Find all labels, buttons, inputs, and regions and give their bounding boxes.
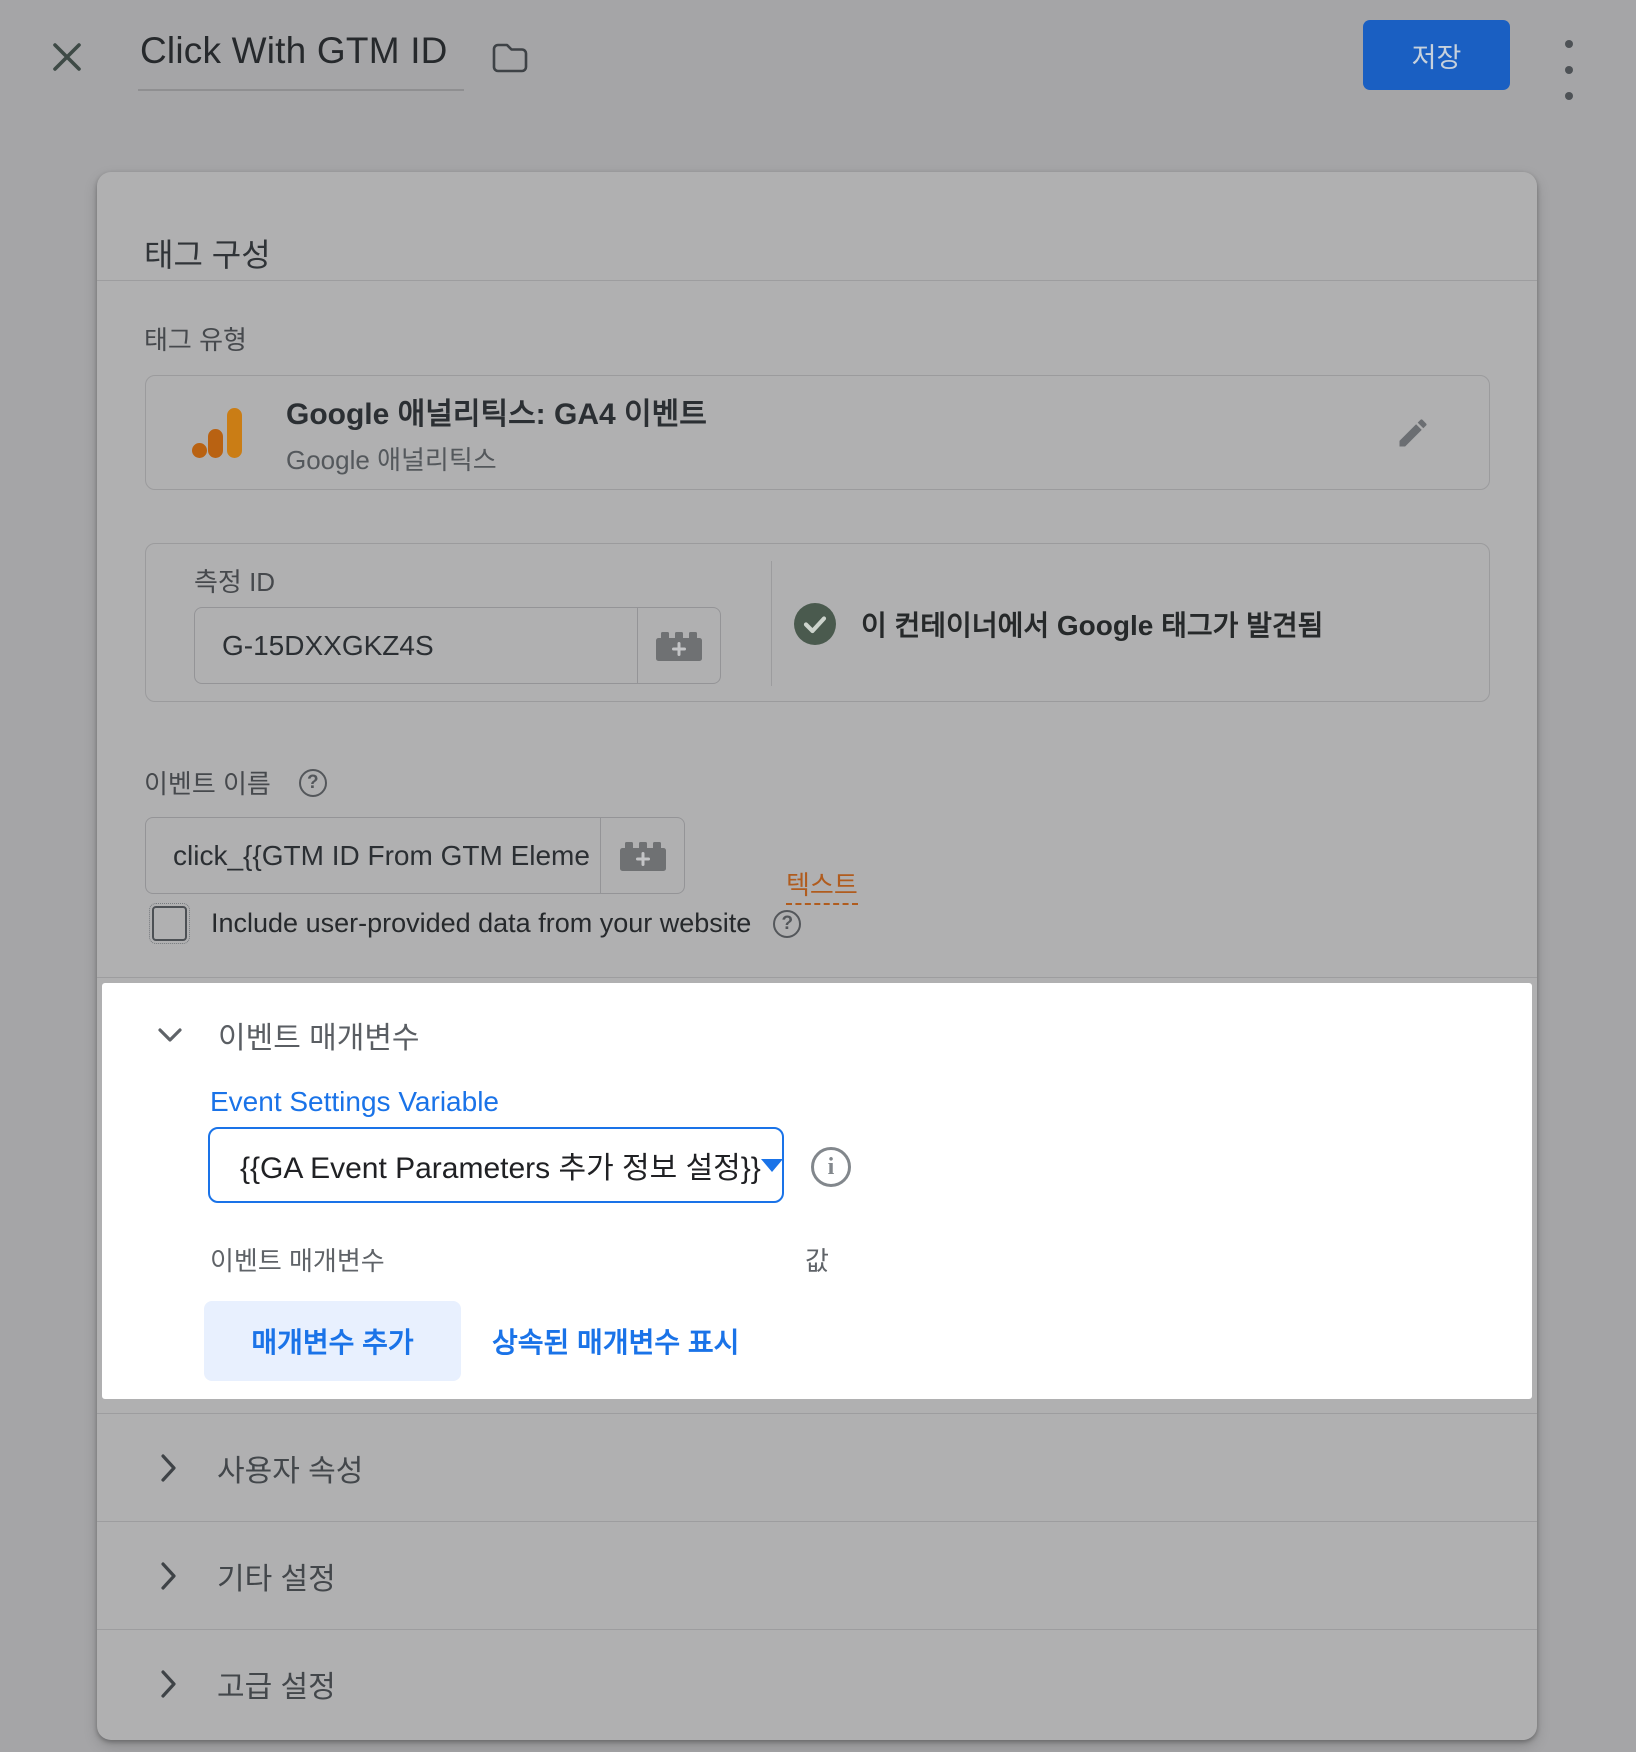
measurement-id-box: 측정 ID G-15DXXGKZ4S 이 컨테이너에서 <box>145 543 1490 702</box>
event-parameters-title: 이벤트 매개변수 <box>218 1013 420 1057</box>
add-parameter-button[interactable]: 매개변수 추가 <box>204 1301 461 1381</box>
edit-pencil-icon[interactable] <box>1395 415 1431 451</box>
save-button[interactable]: 저장 <box>1363 20 1510 90</box>
event-parameters-section: 이벤트 매개변수 Event Settings Variable {{GA Ev… <box>102 983 1532 1399</box>
divider <box>97 977 1537 978</box>
divider <box>97 280 1537 281</box>
chevron-right-icon <box>161 1670 177 1698</box>
chevron-right-icon <box>161 1454 177 1482</box>
event-name-value[interactable]: click_{{GTM ID From GTM Eleme <box>146 818 600 893</box>
tag-name-title[interactable]: Click With GTM ID <box>140 30 466 78</box>
tag-configuration-card: 태그 구성 태그 유형 Google 애널리틱스: GA4 이벤트 Google… <box>97 172 1537 1740</box>
param-column-header: 이벤트 매개변수 <box>210 1241 385 1278</box>
kebab-menu-icon[interactable] <box>1560 40 1578 100</box>
tag-type-label: 태그 유형 <box>144 320 247 357</box>
help-icon[interactable]: ? <box>299 769 327 797</box>
tag-type-selector[interactable]: Google 애널리틱스: GA4 이벤트 Google 애널리틱스 <box>145 375 1490 490</box>
check-circle-icon <box>794 603 836 645</box>
card-title: 태그 구성 <box>144 230 271 276</box>
user-data-checkbox[interactable] <box>152 906 187 941</box>
section-other-settings[interactable]: 기타 설정 <box>97 1521 1537 1629</box>
event-name-label: 이벤트 이름 <box>144 764 271 801</box>
esv-label: Event Settings Variable <box>210 1086 499 1118</box>
top-bar: Click With GTM ID 저장 <box>0 0 1636 106</box>
dropdown-caret-icon <box>761 1159 783 1172</box>
value-column-header: 값 <box>805 1241 829 1278</box>
esv-dropdown[interactable]: {{GA Event Parameters 추가 정보 설정}} <box>208 1127 784 1203</box>
measurement-id-label: 측정 ID <box>194 562 275 599</box>
variable-brick-icon[interactable] <box>600 818 684 893</box>
info-icon[interactable]: i <box>811 1147 851 1187</box>
section-label: 고급 설정 <box>217 1662 336 1706</box>
event-parameters-header[interactable]: 이벤트 매개변수 <box>158 1013 420 1057</box>
close-icon[interactable] <box>48 38 86 76</box>
section-advanced-settings[interactable]: 고급 설정 <box>97 1629 1537 1737</box>
folder-icon[interactable] <box>491 42 529 74</box>
measurement-id-input[interactable]: G-15DXXGKZ4S <box>194 607 721 684</box>
tag-type-vendor: Google 애널리틱스 <box>286 440 707 477</box>
status-text: 이 컨테이너에서 Google 태그가 발견됨 <box>861 604 1323 644</box>
show-inherited-link[interactable]: 상속된 매개변수 표시 <box>492 1301 739 1381</box>
tag-type-name: Google 애널리틱스: GA4 이벤트 <box>286 389 707 433</box>
google-tag-found-status: 이 컨테이너에서 Google 태그가 발견됨 <box>794 544 1323 703</box>
section-label: 기타 설정 <box>217 1554 336 1598</box>
title-underline <box>138 89 464 91</box>
section-label: 사용자 속성 <box>217 1446 363 1490</box>
ga4-icon <box>190 405 244 461</box>
divider <box>771 561 772 686</box>
section-user-properties[interactable]: 사용자 속성 <box>97 1413 1537 1521</box>
text-annotation: 텍스트 <box>786 871 858 905</box>
event-name-input[interactable]: click_{{GTM ID From GTM Eleme <box>145 817 685 894</box>
measurement-id-value[interactable]: G-15DXXGKZ4S <box>195 608 637 683</box>
user-data-checkbox-label: Include user-provided data from your web… <box>211 908 751 939</box>
help-icon[interactable]: ? <box>773 910 801 938</box>
variable-brick-icon[interactable] <box>637 608 720 683</box>
chevron-down-icon <box>158 1028 182 1043</box>
esv-selected-value: {{GA Event Parameters 추가 정보 설정}} <box>240 1143 761 1187</box>
chevron-right-icon <box>161 1562 177 1590</box>
